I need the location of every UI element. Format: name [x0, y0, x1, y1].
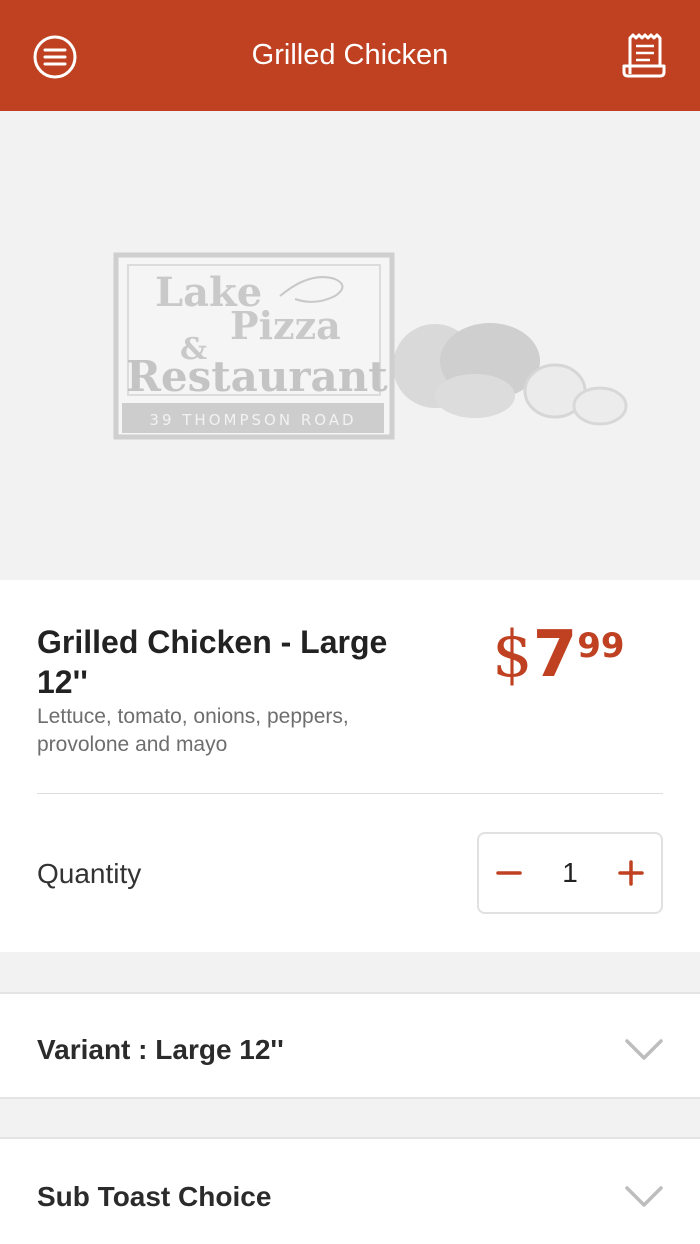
logo-line2: Pizza: [230, 303, 341, 348]
app-header: Grilled Chicken: [0, 0, 700, 111]
receipt-icon[interactable]: [620, 30, 670, 80]
variant-selector[interactable]: Variant : Large 12'': [0, 992, 700, 1099]
item-description: Lettuce, tomato, onions, peppers, provol…: [37, 705, 349, 756]
chevron-down-icon: [625, 1186, 663, 1207]
item-name: Grilled Chicken - Large 12'': [37, 624, 388, 700]
restaurant-logo: Lake Pizza & Restaurant 39 THOMPSON ROAD: [113, 252, 628, 440]
divider: [37, 793, 663, 794]
quantity-label: Quantity: [37, 858, 142, 889]
minus-icon: [496, 871, 522, 875]
logo-address: 39 THOMPSON ROAD: [149, 411, 356, 429]
minus-button[interactable]: [479, 834, 539, 912]
hero-image: Lake Pizza & Restaurant 39 THOMPSON ROAD: [0, 111, 700, 580]
sub-toast-choice-selector[interactable]: Sub Toast Choice: [0, 1137, 700, 1244]
sub-toast-choice-label: Sub Toast Choice: [37, 1181, 272, 1212]
quantity-stepper: 1: [477, 832, 663, 914]
item-card: Grilled Chicken - Large 12'' Lettuce, to…: [0, 580, 700, 952]
logo-line3: Restaurant: [126, 352, 388, 401]
chevron-down-icon: [625, 1039, 663, 1060]
plus-icon: [618, 860, 644, 886]
price-currency: $: [492, 618, 533, 692]
price-dollars: 7: [532, 618, 578, 692]
menu-icon[interactable]: [32, 34, 78, 80]
price-cents: 99: [577, 626, 625, 666]
plus-button[interactable]: [601, 834, 661, 912]
variant-label: Variant : Large 12'': [37, 1034, 284, 1065]
item-price: $ 7 99: [492, 620, 625, 690]
quantity-value[interactable]: 1: [539, 834, 601, 912]
page-title: Grilled Chicken: [251, 39, 449, 71]
